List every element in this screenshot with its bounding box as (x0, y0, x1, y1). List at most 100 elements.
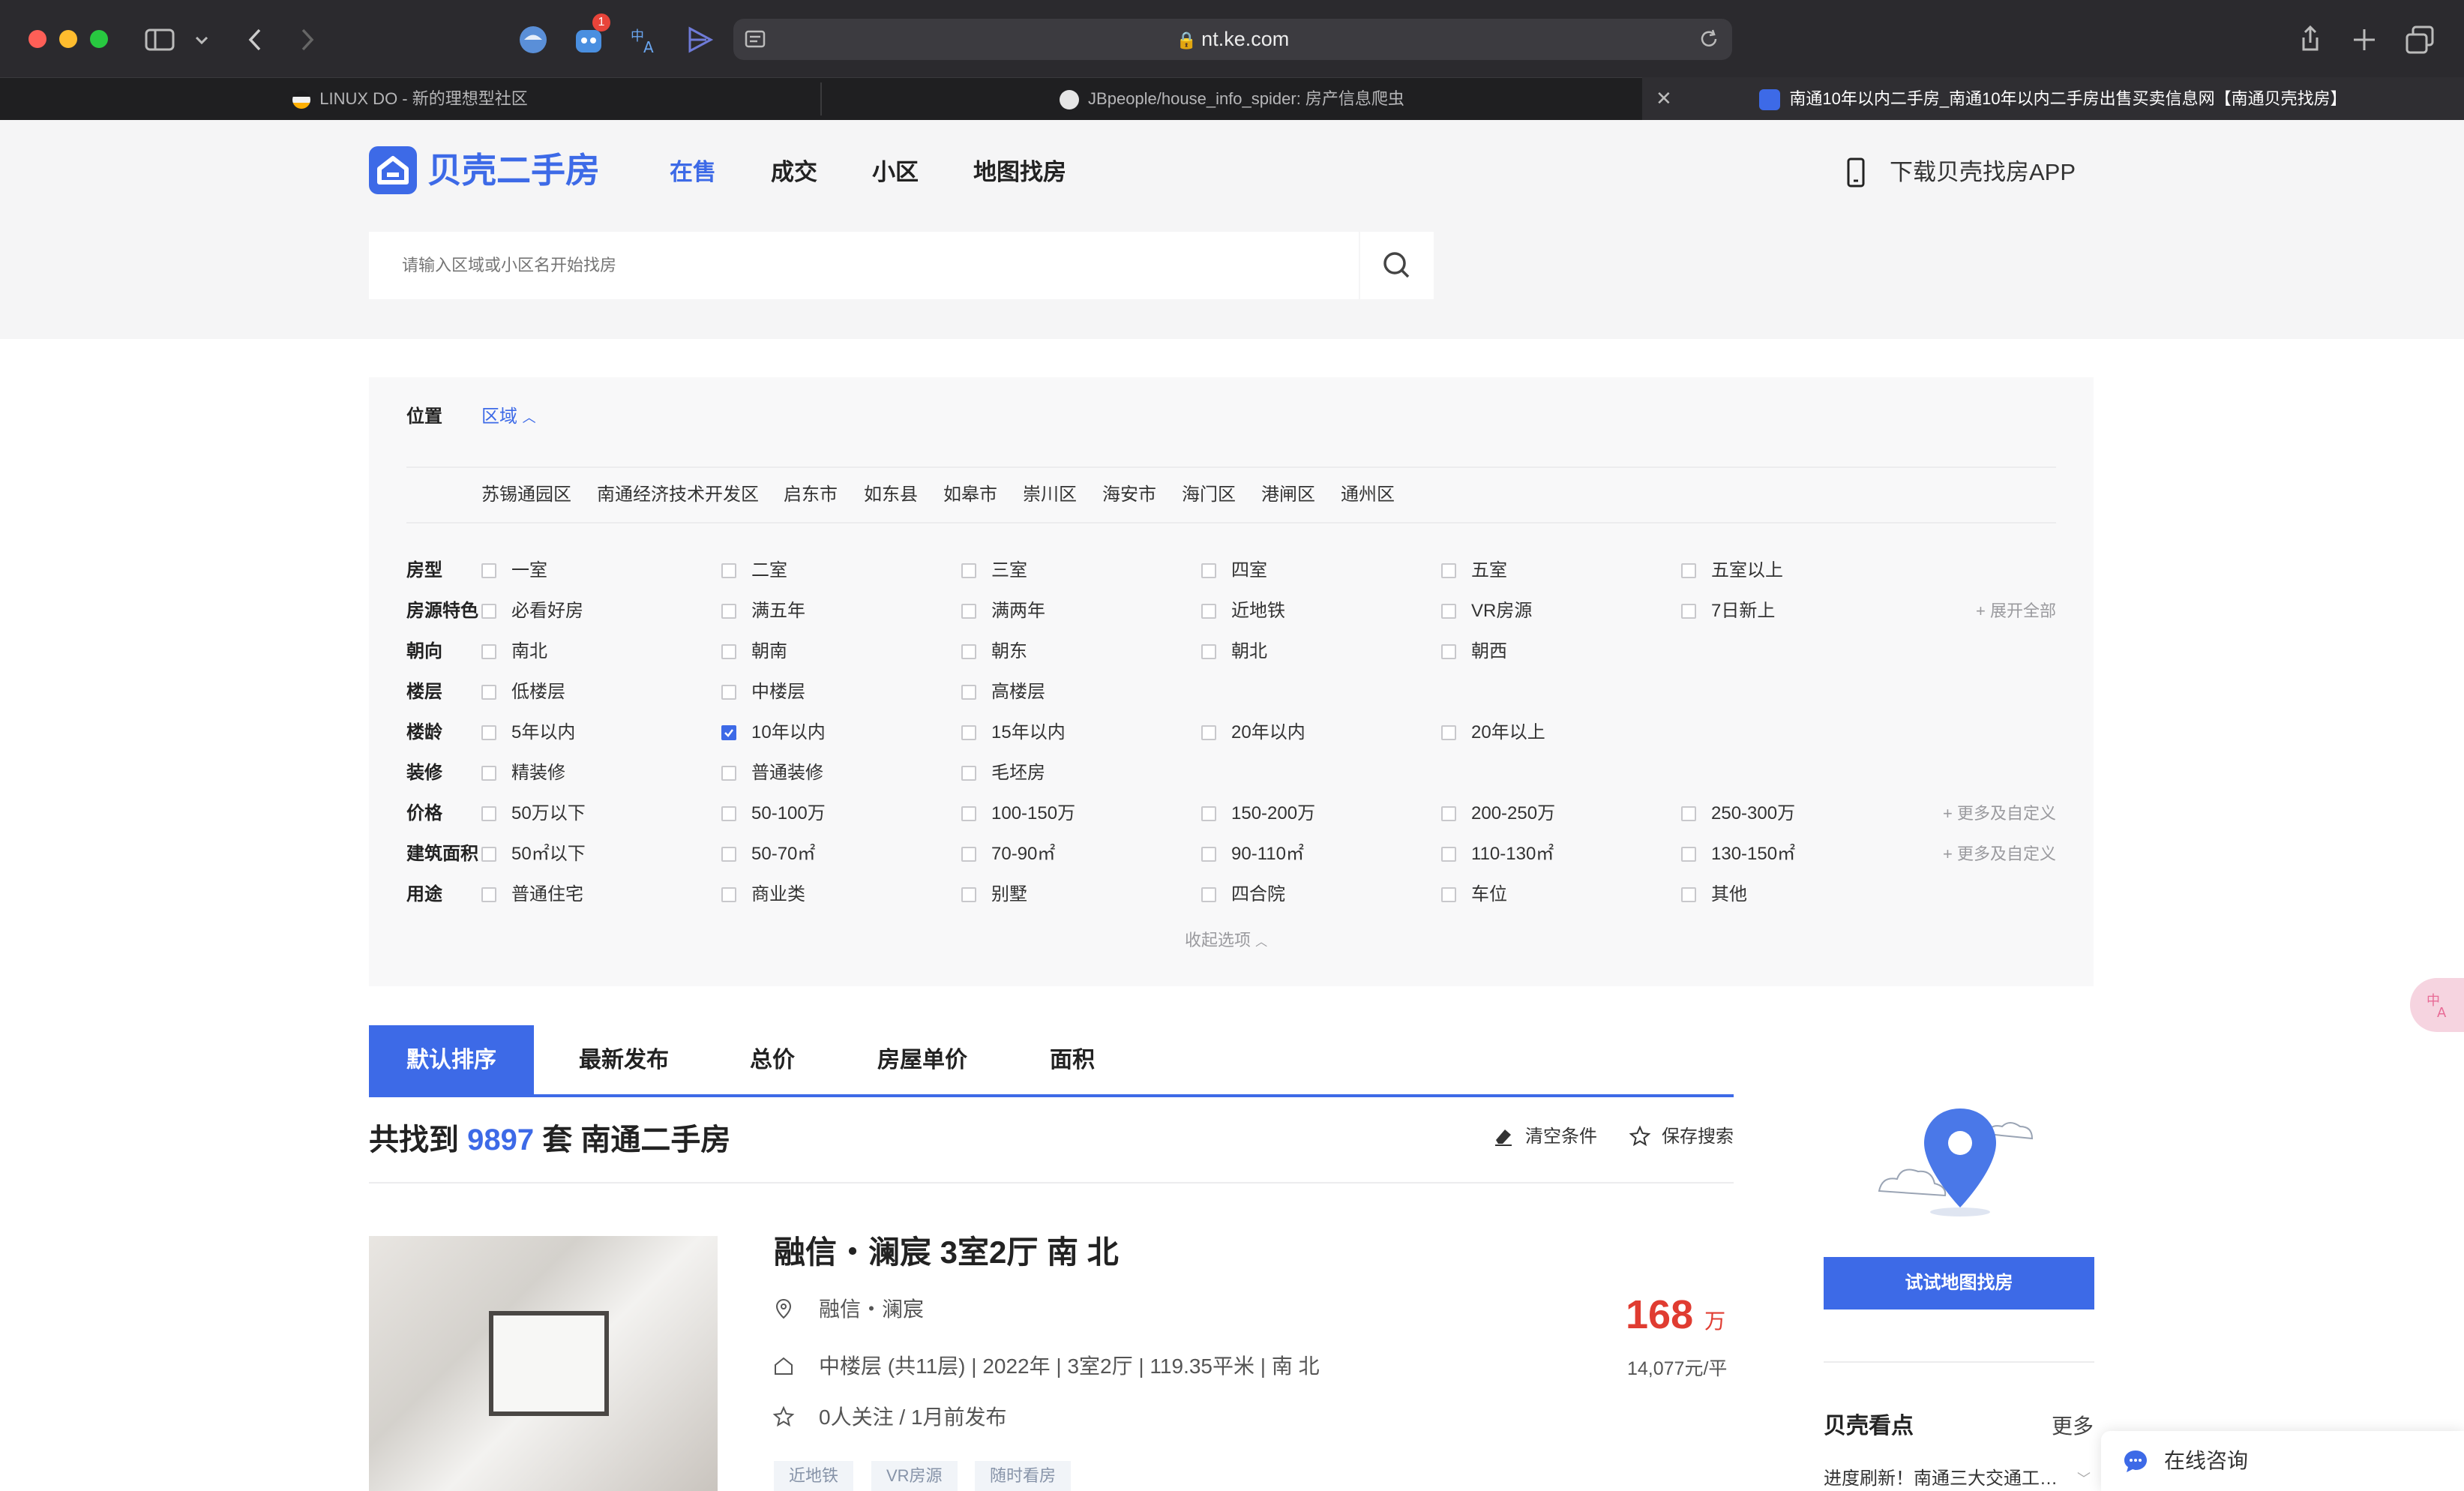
checkbox[interactable] (1441, 806, 1456, 821)
download-app-link[interactable]: 下载贝壳找房APP (1890, 154, 2076, 191)
filter-option[interactable]: 50-100万 (751, 799, 826, 829)
nav-on-sale[interactable]: 在售 (670, 154, 716, 191)
filter-option[interactable]: 别墅 (991, 880, 1027, 910)
checkbox[interactable] (481, 563, 496, 578)
filter-option[interactable]: 7日新上 (1711, 596, 1775, 626)
checkbox[interactable] (1681, 563, 1696, 578)
checkbox[interactable] (721, 847, 736, 862)
checkbox[interactable] (481, 847, 496, 862)
close-tab-icon[interactable]: ✕ (1656, 77, 1672, 120)
filter-option[interactable]: 商业类 (751, 880, 805, 910)
checkbox[interactable] (961, 685, 976, 700)
filter-option[interactable]: 100-150万 (991, 799, 1075, 829)
filter-option[interactable]: 五室 (1471, 556, 1507, 586)
area-rugao[interactable]: 如皋市 (943, 480, 997, 510)
extension-arrow-icon[interactable] (684, 24, 715, 56)
online-consult-label[interactable]: 在线咨询 (2164, 1444, 2248, 1478)
filter-option[interactable]: 低楼层 (511, 677, 565, 707)
checkbox[interactable] (1201, 806, 1216, 821)
checkbox[interactable] (1441, 725, 1456, 740)
checkbox[interactable] (1441, 887, 1456, 902)
search-input[interactable] (369, 232, 1359, 299)
sidebar-toggle-icon[interactable] (144, 24, 175, 56)
area-sxty[interactable]: 苏锡通园区 (481, 480, 571, 510)
checkbox[interactable] (1201, 604, 1216, 619)
minimize-window-button[interactable] (59, 30, 77, 48)
filter-option[interactable]: 朝东 (991, 637, 1027, 667)
area-haimen[interactable]: 海门区 (1182, 480, 1236, 510)
filter-option[interactable]: 中楼层 (751, 677, 805, 707)
filter-option[interactable]: 普通装修 (751, 758, 823, 788)
checkbox[interactable] (1681, 604, 1696, 619)
zoom-window-button[interactable] (90, 30, 108, 48)
sort-newest[interactable]: 最新发布 (556, 1025, 691, 1096)
sort-area[interactable]: 面积 (1012, 1025, 1132, 1096)
nav-community[interactable]: 小区 (872, 154, 919, 191)
filter-option[interactable]: 130-150㎡ (1711, 839, 1795, 869)
checkbox[interactable] (961, 563, 976, 578)
filter-option[interactable]: 90-110㎡ (1231, 839, 1304, 869)
tab-linuxdo[interactable]: LINUX DO - 新的理想型社区 (0, 77, 820, 120)
filter-option[interactable]: 一室 (511, 556, 547, 586)
checkbox[interactable] (481, 806, 496, 821)
expand-more-link[interactable]: + 更多及自定义 (1943, 839, 2056, 869)
checkbox[interactable] (481, 887, 496, 902)
checkbox[interactable] (1201, 887, 1216, 902)
checkbox[interactable] (481, 766, 496, 781)
listing-community[interactable]: 融信・澜宸 (819, 1293, 924, 1326)
sort-total-price[interactable]: 总价 (712, 1025, 832, 1096)
filter-option[interactable]: 满两年 (991, 596, 1045, 626)
filter-option[interactable]: 四室 (1231, 556, 1267, 586)
filter-option[interactable]: 普通住宅 (511, 880, 583, 910)
checkbox[interactable] (961, 725, 976, 740)
address-bar[interactable]: 🔒 nt.ke.com (733, 19, 1732, 60)
checkbox-checked[interactable] (721, 725, 736, 740)
filter-option[interactable]: 其他 (1711, 880, 1747, 910)
checkbox[interactable] (961, 887, 976, 902)
filter-option[interactable]: 二室 (751, 556, 787, 586)
filter-option[interactable]: 车位 (1471, 880, 1507, 910)
filter-option[interactable]: 朝北 (1231, 637, 1267, 667)
filter-option[interactable]: VR房源 (1471, 596, 1532, 626)
chevron-down-icon[interactable]: ﹀ (2077, 1468, 2091, 1488)
filter-option[interactable]: 高楼层 (991, 677, 1045, 707)
online-consult-panel[interactable] (2101, 1431, 2464, 1491)
filter-option[interactable]: 必看好房 (511, 596, 583, 626)
nav-map-search[interactable]: 地图找房 (973, 154, 1066, 191)
area-rudong[interactable]: 如东县 (864, 480, 918, 510)
sort-default[interactable]: 默认排序 (369, 1025, 534, 1096)
close-window-button[interactable] (28, 30, 46, 48)
checkbox[interactable] (721, 685, 736, 700)
checkbox[interactable] (481, 644, 496, 659)
checkbox[interactable] (1681, 847, 1696, 862)
filter-option[interactable]: 近地铁 (1231, 596, 1285, 626)
filter-option[interactable]: 50-70㎡ (751, 839, 815, 869)
area-tongzhou[interactable]: 通州区 (1341, 480, 1395, 510)
filter-option[interactable]: 250-300万 (1711, 799, 1795, 829)
tab-github[interactable]: JBpeople/house_info_spider: 房产信息爬虫 (822, 77, 1642, 120)
filter-option[interactable]: 朝西 (1471, 637, 1507, 667)
filter-option[interactable]: 四合院 (1231, 880, 1285, 910)
highlights-more-link[interactable]: 更多 (2052, 1408, 2094, 1444)
url-text[interactable]: 🔒 nt.ke.com (733, 19, 1732, 60)
filter-option[interactable]: 110-130㎡ (1471, 839, 1554, 869)
checkbox[interactable] (1201, 644, 1216, 659)
checkbox[interactable] (721, 644, 736, 659)
filter-option[interactable]: 南北 (511, 637, 547, 667)
chevron-down-icon[interactable] (190, 24, 213, 56)
checkbox[interactable] (1681, 806, 1696, 821)
filter-option[interactable]: 70-90㎡ (991, 839, 1055, 869)
filter-option[interactable]: 朝南 (751, 637, 787, 667)
checkbox[interactable] (1201, 847, 1216, 862)
tab-overview-icon[interactable] (2404, 24, 2436, 56)
filter-option[interactable]: 50㎡以下 (511, 839, 586, 869)
filter-option[interactable]: 20年以内 (1231, 718, 1305, 748)
area-qidong[interactable]: 启东市 (784, 480, 838, 510)
expand-more-link[interactable]: + 展开全部 (1976, 596, 2056, 626)
save-search[interactable]: 保存搜索 (1662, 1122, 1734, 1152)
listing-title[interactable]: 融信・澜宸 3室2厅 南 北 (774, 1228, 1119, 1276)
reload-icon[interactable] (1695, 25, 1723, 53)
listing-photo[interactable] (369, 1236, 718, 1491)
checkbox[interactable] (961, 847, 976, 862)
checkbox[interactable] (481, 725, 496, 740)
